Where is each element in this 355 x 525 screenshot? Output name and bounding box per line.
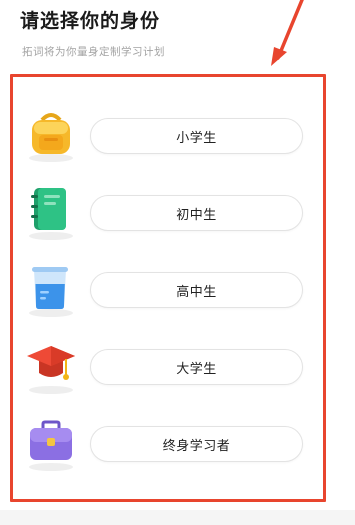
graduation-cap-icon (26, 339, 84, 397)
identity-option-university[interactable]: 大学生 (26, 339, 311, 399)
identity-button-junior-high[interactable]: 初中生 (90, 195, 303, 231)
identity-option-senior-high[interactable]: 高中生 (26, 262, 311, 322)
identity-button-label: 高中生 (176, 284, 217, 300)
bottom-strip (0, 510, 355, 525)
identity-button-label: 小学生 (176, 130, 217, 146)
notebook-icon (26, 185, 84, 243)
identity-option-primary[interactable]: 小学生 (26, 108, 311, 168)
identity-option-junior-high[interactable]: 初中生 (26, 185, 311, 245)
identity-button-label: 初中生 (176, 207, 217, 223)
briefcase-icon (26, 416, 84, 474)
identity-option-lifelong-learner[interactable]: 终身学习者 (26, 416, 311, 476)
annotation-frame-gap (326, 460, 340, 505)
page-subtitle: 拓词将为你量身定制学习计划 (22, 46, 165, 58)
annotation-arrow-icon (271, 0, 304, 66)
page-title: 请选择你的身份 (20, 10, 161, 32)
identity-button-label: 大学生 (176, 361, 217, 377)
identity-button-primary[interactable]: 小学生 (90, 118, 303, 154)
beaker-icon (26, 262, 84, 320)
identity-button-label: 终身学习者 (162, 438, 231, 454)
identity-button-university[interactable]: 大学生 (90, 349, 303, 385)
backpack-icon (26, 108, 84, 166)
identity-button-senior-high[interactable]: 高中生 (90, 272, 303, 308)
identity-button-lifelong-learner[interactable]: 终身学习者 (90, 426, 303, 462)
